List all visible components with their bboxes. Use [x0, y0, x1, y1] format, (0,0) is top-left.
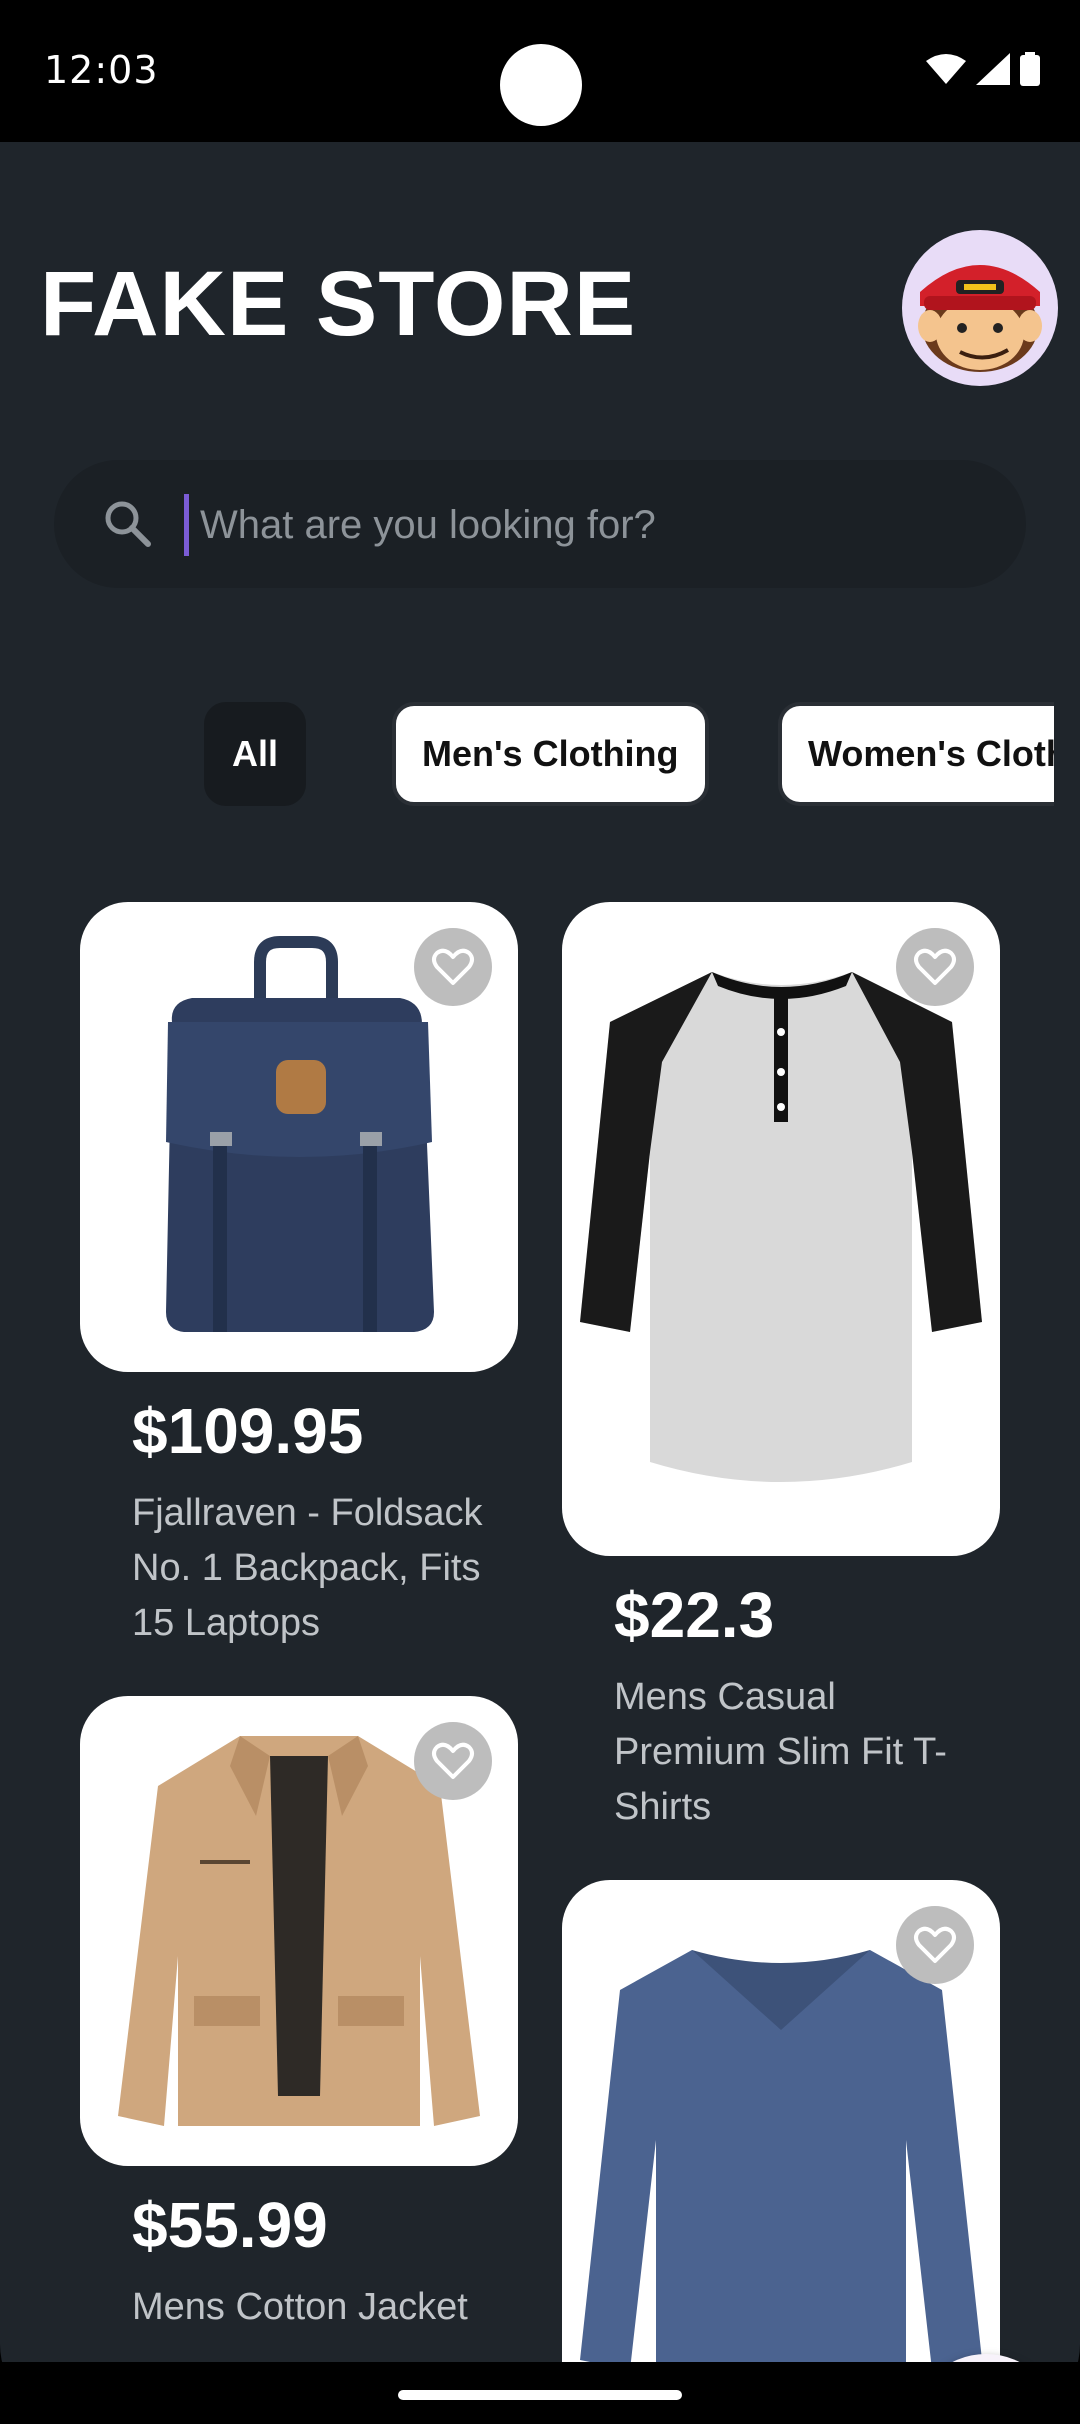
category-chips: All Men's Clothing Women's Cloth — [0, 702, 1054, 812]
product-price: $22.3 — [614, 1579, 775, 1651]
avatar-monkey-cap-icon — [918, 265, 1042, 372]
category-chip-all[interactable]: All — [204, 702, 306, 806]
gesture-nav-bar — [0, 2362, 1080, 2424]
product-name: Mens Cotton Jacket — [132, 2286, 468, 2328]
category-chip-mens-clothing[interactable]: Men's Clothing — [392, 702, 709, 806]
heart-outline-icon — [914, 948, 956, 985]
product-card-backpack[interactable] — [80, 902, 518, 1372]
home-handle[interactable] — [398, 2390, 682, 2400]
wifi-icon — [926, 54, 966, 84]
avatar[interactable] — [902, 230, 1058, 386]
favorite-button[interactable] — [896, 1906, 974, 1984]
page-title: FAKE STORE — [40, 253, 637, 355]
product-name: Fjallraven - Foldsack No. 1 Backpack, Fi… — [132, 1492, 483, 1644]
status-icons — [926, 52, 1040, 86]
product-card-longsleeve[interactable] — [562, 1880, 1000, 2362]
heart-outline-icon — [432, 948, 474, 985]
status-bar: 12:03 — [0, 0, 1080, 142]
heart-outline-icon — [432, 1742, 474, 1779]
search-icon — [105, 501, 151, 547]
product-price: $55.99 — [132, 2189, 328, 2261]
category-chip-womens-clothing[interactable]: Women's Cloth — [778, 702, 1054, 806]
search-bar[interactable] — [54, 460, 1026, 588]
signal-icon — [976, 53, 1010, 85]
status-time: 12:03 — [44, 48, 159, 92]
search-input[interactable] — [198, 488, 982, 562]
product-name: Mens Casual Premium Slim Fit T-Shirts — [614, 1676, 947, 1828]
text-cursor — [184, 494, 189, 556]
battery-icon — [1020, 52, 1040, 86]
favorite-button[interactable] — [896, 928, 974, 1006]
product-card-tshirt[interactable] — [562, 902, 1000, 1556]
phone-screen: 12:03 FAKE STORE What are you looking fo… — [0, 0, 1080, 2424]
favorite-button[interactable] — [414, 1722, 492, 1800]
heart-outline-icon — [914, 1926, 956, 1963]
camera-cutout — [500, 44, 582, 126]
app-content: FAKE STORE What are you looking for? All… — [0, 142, 1080, 2362]
product-price: $109.95 — [132, 1395, 364, 1467]
favorite-button[interactable] — [414, 928, 492, 1006]
product-card-jacket[interactable] — [80, 1696, 518, 2166]
